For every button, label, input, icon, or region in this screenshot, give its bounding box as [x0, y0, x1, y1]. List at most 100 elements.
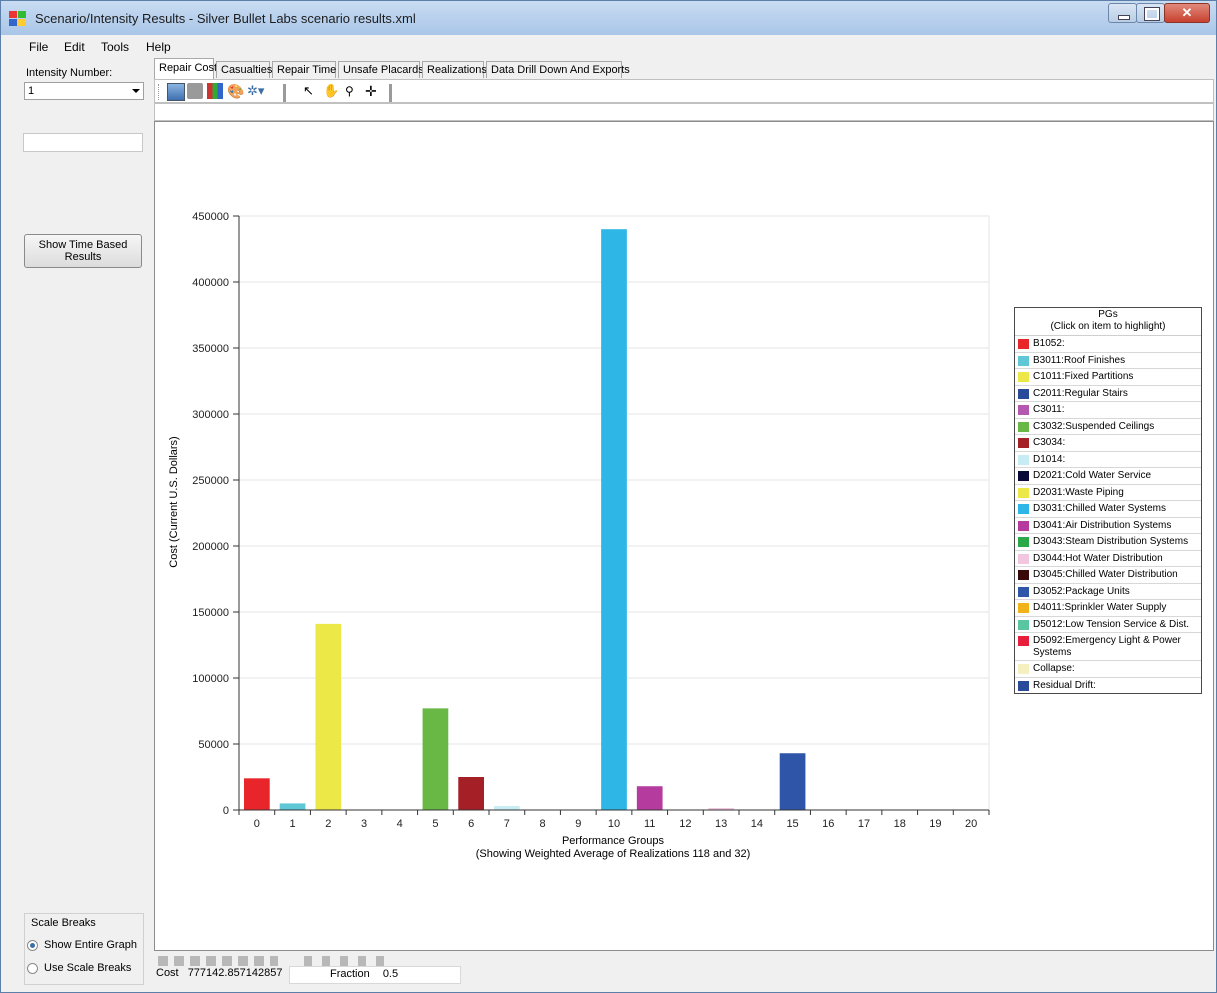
chart-legend: PGs (Click on item to highlight) B1052: B…	[1014, 307, 1202, 694]
legend-item[interactable]: C3011:	[1015, 402, 1201, 419]
menu-tools[interactable]: Tools	[101, 40, 129, 54]
legend-item-label: C3034:	[1033, 437, 1066, 448]
y-tick-label: 0	[223, 805, 229, 817]
fraction-label: Fraction	[330, 968, 370, 980]
intensity-combo[interactable]: 1	[24, 82, 144, 100]
bottom-toolbar: Cost 777142.857142857 Fraction 0.5	[154, 954, 1214, 986]
legend-item[interactable]: D4011:Sprinkler Water Supply	[1015, 600, 1201, 617]
legend-item[interactable]: B3011:Roof Finishes	[1015, 353, 1201, 369]
y-tick-label: 100000	[192, 673, 229, 685]
legend-item-label: D5012:Low Tension Service & Dist.	[1033, 618, 1190, 630]
title-bar[interactable]: Scenario/Intensity Results - Silver Bull…	[1, 1, 1216, 35]
legend-swatch	[1018, 680, 1029, 691]
chart-type-icon[interactable]	[207, 83, 223, 99]
y-tick-label: 350000	[192, 343, 229, 355]
x-tick-label: 0	[254, 818, 260, 830]
legend-item[interactable]: Residual Drift:	[1015, 678, 1201, 694]
tab-unsafe-placards[interactable]: Unsafe Placards	[338, 61, 424, 78]
legend-item[interactable]: D3031:Chilled Water Systems	[1015, 501, 1201, 518]
legend-item-label: D3044:Hot Water Distribution	[1033, 552, 1163, 564]
zoom-icon[interactable]: ⚲	[345, 83, 361, 99]
legend-item[interactable]: D5092:Emergency Light & Power Systems	[1015, 633, 1201, 661]
hand-icon[interactable]: ✋	[323, 83, 339, 99]
x-tick-label: 4	[397, 818, 403, 830]
bar-pg-2[interactable]	[315, 623, 342, 810]
legend-swatch	[1018, 504, 1029, 514]
show-time-based-results-button[interactable]: Show Time Based Results	[24, 234, 142, 268]
intensity-value: 1	[28, 85, 35, 97]
x-axis-title: Performance Groups	[562, 835, 665, 847]
radio-unselected-icon	[27, 962, 38, 974]
x-tick-label: 10	[608, 818, 620, 830]
tab-data-drill-down[interactable]: Data Drill Down And Exports	[486, 61, 630, 78]
fraction-value: 0.5	[382, 968, 399, 980]
menu-file[interactable]: File	[29, 40, 48, 54]
intensity-label: Intensity Number:	[26, 67, 113, 79]
minimize-button[interactable]	[1108, 3, 1137, 23]
x-tick-label: 7	[504, 818, 510, 830]
radio-show-entire-graph[interactable]: Show Entire Graph	[27, 939, 137, 951]
y-tick-label: 150000	[192, 607, 229, 619]
bar-pg-11[interactable]	[636, 786, 663, 810]
tab-repair-time[interactable]: Repair Time	[272, 61, 336, 78]
legend-item[interactable]: Collapse:	[1015, 661, 1201, 678]
legend-item[interactable]: C3034:	[1015, 435, 1201, 452]
legend-item-label: D2021:Cold Water Service	[1033, 470, 1152, 481]
x-tick-label: 19	[929, 818, 941, 830]
bar-pg-7[interactable]	[494, 806, 520, 810]
pointer-icon[interactable]: ↖	[303, 83, 319, 99]
legend-item[interactable]: D1014:	[1015, 452, 1201, 468]
legend-item[interactable]: D3044:Hot Water Distribution	[1015, 551, 1201, 567]
legend-item[interactable]: C1011:Fixed Partitions	[1015, 369, 1201, 386]
menu-edit[interactable]: Edit	[64, 40, 85, 54]
menu-help[interactable]: Help	[146, 40, 171, 54]
bottom-toolbar-icons	[158, 956, 278, 966]
legend-item[interactable]: D3052:Package Units	[1015, 584, 1201, 600]
legend-item-label: D3043:Steam Distribution Systems	[1033, 536, 1189, 547]
tab-realizations[interactable]: Realizations	[422, 61, 487, 78]
bar-pg-0[interactable]	[244, 778, 270, 810]
legend-item[interactable]: C3032:Suspended Ceilings	[1015, 419, 1201, 435]
radio-use-scale-breaks[interactable]: Use Scale Breaks	[27, 962, 131, 974]
blank-text-field[interactable]	[23, 133, 143, 152]
legend-item[interactable]: D3045:Chilled Water Distribution	[1015, 567, 1201, 584]
legend-swatch	[1018, 438, 1029, 448]
legend-item[interactable]: D2031:Waste Piping	[1015, 485, 1201, 501]
palette-icon[interactable]: 🎨	[227, 83, 244, 99]
bar-pg-5[interactable]	[422, 708, 449, 810]
legend-item[interactable]: B1052:	[1015, 336, 1201, 353]
legend-swatch	[1018, 372, 1029, 382]
close-icon: ✕	[1181, 5, 1193, 20]
legend-item[interactable]: D3043:Steam Distribution Systems	[1015, 534, 1201, 551]
legend-item-label: Residual Drift:	[1033, 679, 1096, 691]
results-window: Scenario/Intensity Results - Silver Bull…	[0, 0, 1217, 993]
legend-item[interactable]: D2021:Cold Water Service	[1015, 468, 1201, 485]
bar-pg-15[interactable]	[779, 753, 806, 810]
bar-pg-10[interactable]	[601, 229, 627, 810]
tab-casualties[interactable]: Casualties	[216, 61, 272, 78]
properties-icon[interactable]: ✲▾	[247, 83, 264, 99]
bar-pg-6[interactable]	[458, 777, 484, 810]
cost-value: 777142.857142857	[187, 967, 283, 979]
bar-pg-1[interactable]	[279, 803, 306, 810]
cost-label: Cost	[156, 967, 179, 979]
window-title: Scenario/Intensity Results - Silver Bull…	[35, 11, 416, 26]
legend-item[interactable]: D5012:Low Tension Service & Dist.	[1015, 617, 1201, 633]
legend-item[interactable]: D3041:Air Distribution Systems	[1015, 518, 1201, 534]
legend-swatch	[1018, 355, 1029, 366]
x-tick-label: 6	[468, 818, 474, 830]
legend-swatch	[1018, 471, 1029, 481]
chart-image-icon[interactable]	[167, 83, 185, 101]
print-icon[interactable]	[187, 83, 203, 99]
legend-item[interactable]: C2011:Regular Stairs	[1015, 386, 1201, 402]
crosshair-icon[interactable]: ✛	[365, 83, 381, 99]
app-icon	[9, 11, 27, 27]
close-button[interactable]: ✕	[1164, 3, 1210, 23]
radio-breaks-label: Use Scale Breaks	[44, 962, 132, 974]
maximize-button[interactable]	[1136, 3, 1165, 23]
x-tick-label: 17	[858, 818, 870, 830]
legend-swatch	[1018, 553, 1029, 564]
tab-repair-cost[interactable]: Repair Cost	[154, 58, 217, 79]
legend-swatch	[1018, 636, 1029, 646]
x-tick-label: 3	[361, 818, 367, 830]
